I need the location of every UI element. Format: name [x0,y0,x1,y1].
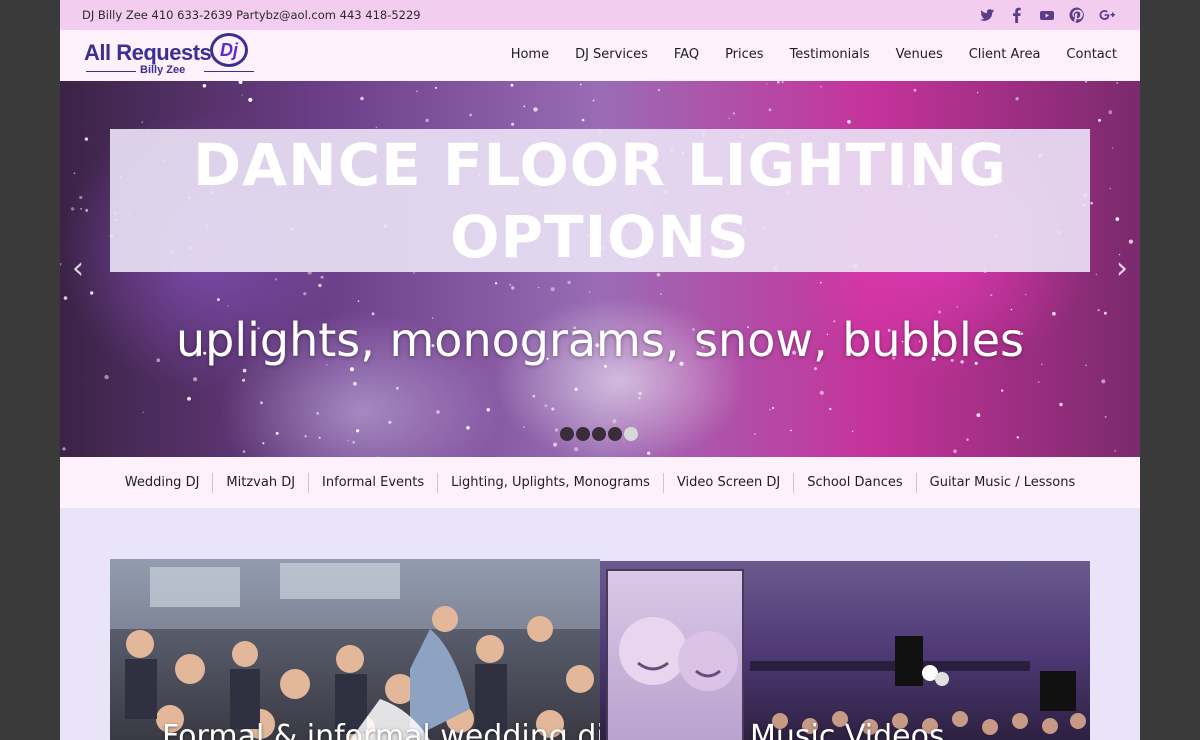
hero-title-box: DANCE FLOOR LIGHTING OPTIONS [110,129,1090,272]
nav-venues[interactable]: Venues [883,30,956,81]
contact-info: DJ Billy Zee 410 633-2639 Partybz@aol.co… [82,8,421,22]
services-bar: Wedding DJ Mitzvah DJ Informal Events Li… [60,457,1140,509]
slider-dot-4[interactable] [608,427,622,441]
nav-dj-services[interactable]: DJ Services [562,30,661,81]
hero-title-line-1: DANCE FLOOR LIGHTING [193,130,1007,199]
service-school-dances[interactable]: School Dances [793,472,915,493]
wedding-photo-caption: Formal & informal wedding dj [162,719,600,740]
facebook-icon[interactable] [1002,0,1032,30]
hero-title: DANCE FLOOR LIGHTING OPTIONS [193,129,1007,273]
music-videos-photo[interactable]: Music Videos [600,561,1090,740]
crowd-illustration [110,559,600,740]
service-mitzvah-dj[interactable]: Mitzvah DJ [212,472,308,493]
hero-title-line-2: OPTIONS [450,202,750,271]
site-logo[interactable]: All Requests Dj Billy Zee [82,30,262,81]
top-bar: DJ Billy Zee 410 633-2639 Partybz@aol.co… [60,0,1140,30]
slider-dot-5[interactable] [624,427,638,441]
slider-dot-2[interactable] [576,427,590,441]
slider-dot-1[interactable] [560,427,574,441]
service-lighting[interactable]: Lighting, Uplights, Monograms [437,472,663,493]
site-header: All Requests Dj Billy Zee Home DJ Servic… [60,30,1140,82]
service-wedding-dj[interactable]: Wedding DJ [112,473,213,493]
twitter-icon[interactable] [972,0,1002,30]
nav-testimonials[interactable]: Testimonials [777,30,883,81]
slider-next-arrow-icon[interactable]: › [1112,249,1132,289]
hero-subtitle: uplights, monograms, snow, bubbles [175,313,1024,367]
logo-subtitle: Billy Zee [140,64,186,76]
music-videos-caption: Music Videos [750,719,945,740]
service-informal-events[interactable]: Informal Events [308,472,437,493]
wedding-dance-photo[interactable]: Formal & informal wedding dj [110,559,600,740]
headphones-dj-icon: Dj [210,33,248,67]
service-guitar-music[interactable]: Guitar Music / Lessons [915,472,1089,493]
nav-faq[interactable]: FAQ [661,30,712,81]
social-links [972,0,1122,30]
nav-client-area[interactable]: Client Area [956,30,1054,81]
nav-contact[interactable]: Contact [1053,30,1130,81]
content-section: Formal & informal wedding dj Music Video… [60,508,1140,740]
google-plus-icon[interactable] [1092,0,1122,30]
page-wrapper: DJ Billy Zee 410 633-2639 Partybz@aol.co… [60,0,1140,740]
slider-dot-3[interactable] [592,427,606,441]
slider-prev-arrow-icon[interactable]: ‹ [68,249,88,289]
logo-divider-right [204,71,254,72]
nav-prices[interactable]: Prices [712,30,777,81]
nav-home[interactable]: Home [498,30,562,81]
main-nav: Home DJ Services FAQ Prices Testimonials… [498,30,1130,81]
slider-pagination [560,427,638,441]
logo-divider-left [86,71,136,72]
service-video-screen-dj[interactable]: Video Screen DJ [662,472,793,493]
pinterest-icon[interactable] [1062,0,1092,30]
hero-slider[interactable]: DANCE FLOOR LIGHTING OPTIONS uplights, m… [60,81,1140,457]
venue-illustration [750,636,1086,735]
logo-wordmark: All Requests [84,40,212,65]
youtube-icon[interactable] [1032,0,1062,30]
